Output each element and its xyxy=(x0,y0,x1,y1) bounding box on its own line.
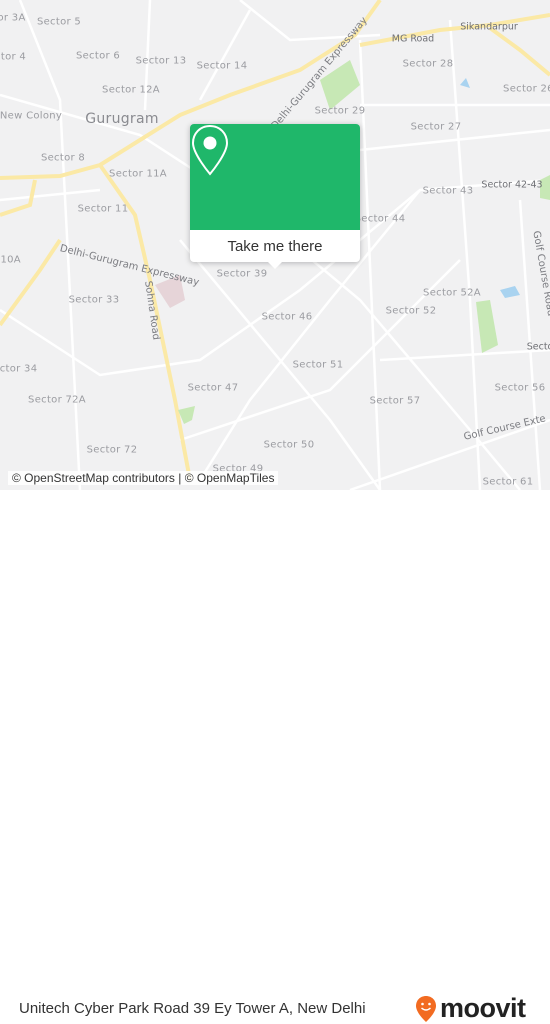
sector-label: Sector 51 xyxy=(292,359,344,371)
sector-label: Sector 27 xyxy=(410,121,462,133)
sector-label: Sector 72 xyxy=(86,444,138,456)
sector-label: Sector 50 xyxy=(263,439,315,451)
sector-label: Sector 61 xyxy=(482,476,534,488)
place-label: Sector 42-43 xyxy=(481,179,543,191)
moovit-logo: moovit xyxy=(415,993,526,1024)
sector-label: Sector 3A xyxy=(0,12,26,24)
sector-label: Sector 11A xyxy=(109,168,167,180)
map-pin-icon xyxy=(191,124,229,176)
sector-label: Sector xyxy=(526,341,550,353)
sector-label: Sector 57 xyxy=(369,395,421,407)
sector-label: Sector 43 xyxy=(422,185,474,197)
sector-label: Sector 46 xyxy=(261,311,313,323)
sector-label: Sector 10A xyxy=(0,254,21,266)
sector-label: Sector 11 xyxy=(77,203,129,215)
place-label: MG Road xyxy=(391,33,435,45)
take-me-there-button[interactable]: Take me there xyxy=(190,230,360,262)
location-popup: Take me there xyxy=(190,124,360,269)
sector-label: Sector 4 xyxy=(0,51,27,63)
sector-label: Sector 52 xyxy=(385,305,437,317)
popup-pointer xyxy=(268,262,282,269)
moovit-logo-text: moovit xyxy=(440,993,526,1023)
city-label: Gurugram xyxy=(85,111,159,127)
sector-label: Sector 28 xyxy=(402,58,454,70)
sector-label: Sector 13 xyxy=(135,55,187,67)
sector-label: Sector 26A xyxy=(503,83,550,95)
sector-label: Sector 8 xyxy=(40,152,86,164)
moovit-pin-icon xyxy=(416,995,436,1022)
sector-label: Sector 33 xyxy=(68,294,120,306)
sector-label: Sector 72A xyxy=(28,394,86,406)
map-attribution[interactable]: © OpenStreetMap contributors | © OpenMap… xyxy=(8,471,279,485)
footer: Unitech Cyber Park Road 39 Ey Tower A, N… xyxy=(0,490,550,1023)
sector-label: Sector 34 xyxy=(0,363,38,375)
park xyxy=(476,300,498,353)
sector-label: Sector 12A xyxy=(102,84,160,96)
sector-label: Sector 14 xyxy=(196,60,248,72)
place-label: Sikandarpur xyxy=(460,21,518,33)
sector-label: Sector 5 xyxy=(36,16,82,28)
sector-label: Sector 39 xyxy=(216,268,268,280)
sector-label: Sector 6 xyxy=(75,50,121,62)
sector-label: Sector 44 xyxy=(354,213,406,225)
popup-header xyxy=(190,124,360,230)
sector-label: Sector 56 xyxy=(494,382,546,394)
map[interactable]: Gurugram Sector 3A Sector 5 Sector 4 Sec… xyxy=(0,0,550,490)
sector-label: Sector 52A xyxy=(423,287,481,299)
sector-label: New Colony xyxy=(0,110,63,122)
location-title: Unitech Cyber Park Road 39 Ey Tower A, N… xyxy=(19,1000,366,1017)
sector-label: Sector 29 xyxy=(314,105,366,117)
sector-label: Sector 47 xyxy=(187,382,239,394)
